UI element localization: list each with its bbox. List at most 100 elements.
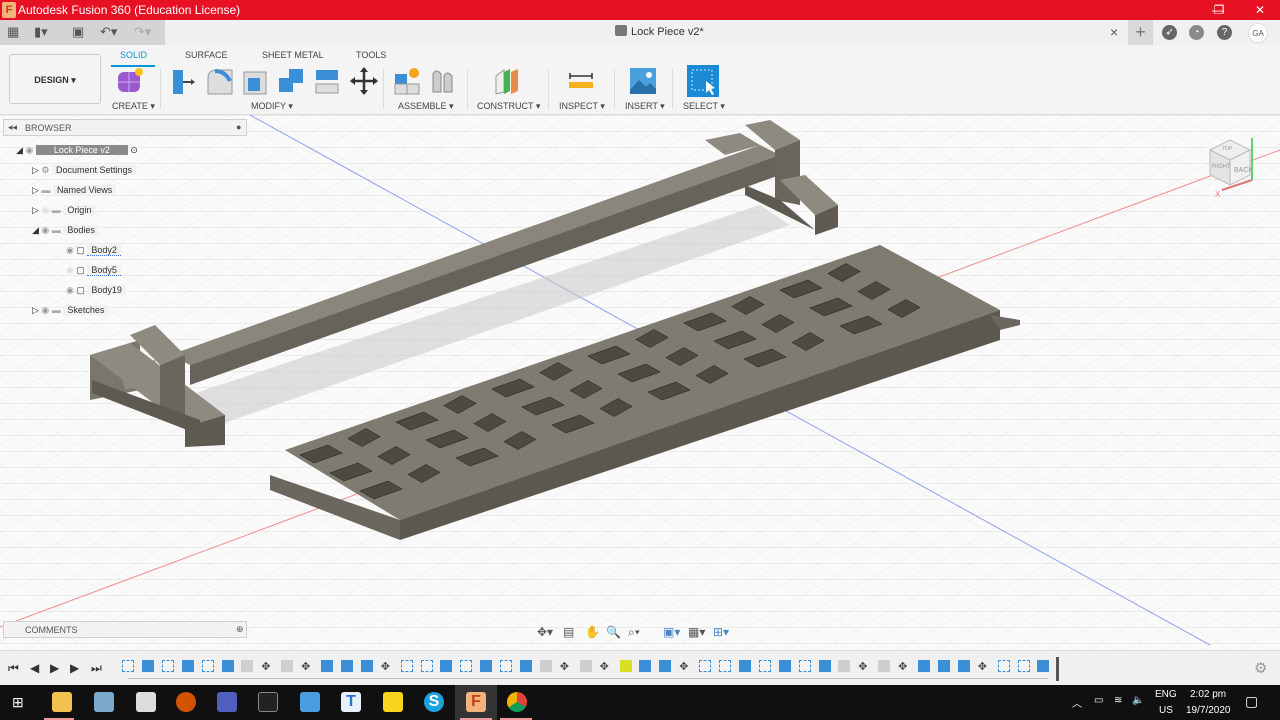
chrome-icon[interactable]: [507, 692, 527, 712]
assemble-menu[interactable]: ASSEMBLE ▾: [398, 101, 454, 112]
timeline-feature-extrude[interactable]: [659, 660, 672, 672]
combine-icon[interactable]: [277, 66, 307, 96]
inspect-menu[interactable]: INSPECT ▾: [559, 101, 605, 112]
browser-root[interactable]: ◢ ◉ Lock Piece v2 ⊙: [16, 140, 138, 160]
canvas-viewport[interactable]: ◂◂ BROWSER ● ◢ ◉ Lock Piece v2 ⊙ ▷ ⚙ Doc…: [0, 115, 1280, 650]
select-menu[interactable]: SELECT ▾: [683, 101, 725, 112]
tab-solid[interactable]: SOLID: [120, 50, 147, 60]
timeline-feature-extrude[interactable]: [360, 660, 373, 672]
create-menu[interactable]: CREATE ▾: [112, 101, 155, 112]
timeline-feature-extrude[interactable]: [639, 660, 652, 672]
tab-surface[interactable]: SURFACE: [185, 50, 228, 60]
timeline-feature-move[interactable]: ✥: [858, 660, 870, 673]
move-copy-icon[interactable]: [349, 66, 379, 96]
viewcube[interactable]: TOP RIGHT BACK X: [1200, 130, 1270, 200]
eye-hidden-icon[interactable]: ◉: [41, 205, 49, 215]
timeline-feature-sketch[interactable]: [400, 660, 413, 672]
timeline-feature-sketch[interactable]: [798, 660, 811, 672]
timeline-feature-extrude[interactable]: [818, 660, 831, 672]
insert-menu[interactable]: INSERT ▾: [625, 101, 665, 112]
volume-icon[interactable]: 🔈: [1132, 695, 1144, 706]
timeline-feature-sketch[interactable]: [758, 660, 771, 672]
timeline-feature-combine[interactable]: [321, 660, 333, 672]
notepad-icon[interactable]: [94, 692, 114, 712]
battery-icon[interactable]: ▭: [1094, 695, 1103, 706]
timeline-feature-extrude[interactable]: [1037, 660, 1050, 672]
collapse-panel-icon[interactable]: ◂◂: [8, 122, 17, 133]
tree-item-bodies[interactable]: ◢ ◉ ▬ Bodies: [32, 220, 99, 240]
timeline-feature-sketch[interactable]: [122, 660, 134, 672]
timeline-feature-extrude[interactable]: [480, 660, 493, 672]
timeline-feature-sketch[interactable]: [420, 660, 433, 672]
sticky-notes-icon[interactable]: [383, 692, 403, 712]
file-explorer-icon[interactable]: [52, 692, 72, 712]
fillet-icon[interactable]: [205, 66, 235, 96]
model-canvas[interactable]: [0, 115, 1280, 650]
workspace-switcher[interactable]: DESIGN ▾: [9, 54, 101, 104]
tree-item-origin[interactable]: ▷ ◉ ▬ Origin: [32, 200, 96, 220]
viewcube-right-label[interactable]: RIGHT: [1212, 164, 1231, 170]
pin-panel-icon[interactable]: ●: [236, 122, 241, 132]
timeline-feature-extrude[interactable]: [937, 660, 950, 672]
help-icon[interactable]: ?: [1217, 25, 1232, 40]
go-to-end-icon[interactable]: ⏭: [91, 661, 102, 676]
look-at-icon[interactable]: ▤: [563, 625, 574, 639]
timeline-feature-move[interactable]: ✥: [261, 660, 273, 673]
zoom-icon[interactable]: 🔍: [606, 625, 621, 639]
new-component-icon[interactable]: [393, 66, 423, 96]
magnifier-icon[interactable]: [300, 692, 320, 712]
new-tab-button[interactable]: +: [1128, 20, 1153, 45]
root-component-label[interactable]: Lock Piece v2: [35, 145, 128, 155]
display-settings-icon[interactable]: ▣▾: [663, 625, 680, 639]
tab-tools[interactable]: TOOLS: [356, 50, 386, 60]
timeline-feature-extrude[interactable]: [340, 660, 353, 672]
tree-item-document-settings[interactable]: ▷ ⚙ Document Settings: [32, 160, 137, 180]
viewcube-top-label[interactable]: TOP: [1222, 146, 1233, 152]
eye-icon[interactable]: ◉: [41, 305, 49, 315]
timeline-feature-combine[interactable]: [619, 660, 632, 672]
timeline-feature-extrude[interactable]: [778, 660, 791, 672]
timeline-feature-extrude[interactable]: [181, 660, 194, 672]
timeline-feature-move[interactable]: ✥: [560, 660, 572, 673]
timeline-feature-joint[interactable]: [539, 660, 552, 672]
viewports-icon[interactable]: ⊞▾: [713, 625, 729, 639]
timeline-feature-sketch[interactable]: [161, 660, 174, 672]
create-sketch-icon[interactable]: [115, 66, 145, 96]
step-back-icon[interactable]: ◀: [30, 661, 39, 675]
tree-item-body5[interactable]: ◉ ▢ Body5: [66, 260, 121, 280]
grid-settings-icon[interactable]: ▦▾: [688, 625, 705, 639]
viewcube-back-label[interactable]: BACK: [1234, 167, 1253, 174]
app-icon[interactable]: [217, 692, 237, 712]
clock-date[interactable]: 19/7/2020: [1186, 705, 1231, 716]
activate-icon[interactable]: ⊙: [130, 145, 138, 155]
undo-icon[interactable]: ↶▾: [100, 23, 117, 41]
select-icon[interactable]: [687, 65, 719, 97]
timeline-feature-extrude[interactable]: [738, 660, 751, 672]
fit-icon[interactable]: ⌕▾: [628, 625, 640, 640]
timeline-feature-sketch[interactable]: [201, 660, 214, 672]
timeline-feature-joint[interactable]: [878, 660, 891, 672]
timeline-feature-joint[interactable]: [241, 660, 254, 672]
redo-icon[interactable]: ↷▾: [134, 23, 151, 41]
eye-icon[interactable]: ◉: [25, 145, 33, 155]
restore-button[interactable]: [1199, 0, 1239, 20]
step-forward-icon[interactable]: ▶: [70, 661, 79, 675]
close-window-button[interactable]: ✕: [1240, 0, 1280, 20]
shell-icon[interactable]: [241, 66, 271, 96]
extensions-icon[interactable]: ➶: [1162, 25, 1177, 40]
job-status-icon[interactable]: ◔: [1189, 25, 1204, 40]
language-region[interactable]: US: [1159, 705, 1173, 716]
close-tab-button[interactable]: ×: [1110, 24, 1118, 40]
timeline-feature-joint[interactable]: [579, 660, 592, 672]
measure-icon[interactable]: [566, 66, 596, 96]
timeline-feature-sketch[interactable]: [1017, 660, 1030, 672]
timeline-feature-move[interactable]: ✥: [381, 660, 393, 673]
press-pull-icon[interactable]: [169, 66, 199, 96]
tree-item-sketches[interactable]: ▷ ◉ ▬ Sketches: [32, 300, 109, 320]
timeline-feature-sketch[interactable]: [699, 660, 712, 672]
timeline-feature-move[interactable]: ✥: [898, 660, 910, 673]
tab-sheet-metal[interactable]: SHEET METAL: [262, 50, 324, 60]
construct-menu[interactable]: CONSTRUCT ▾: [477, 101, 540, 112]
file-menu-icon[interactable]: ▮▾: [34, 23, 48, 41]
timeline-feature-extrude[interactable]: [221, 660, 234, 672]
